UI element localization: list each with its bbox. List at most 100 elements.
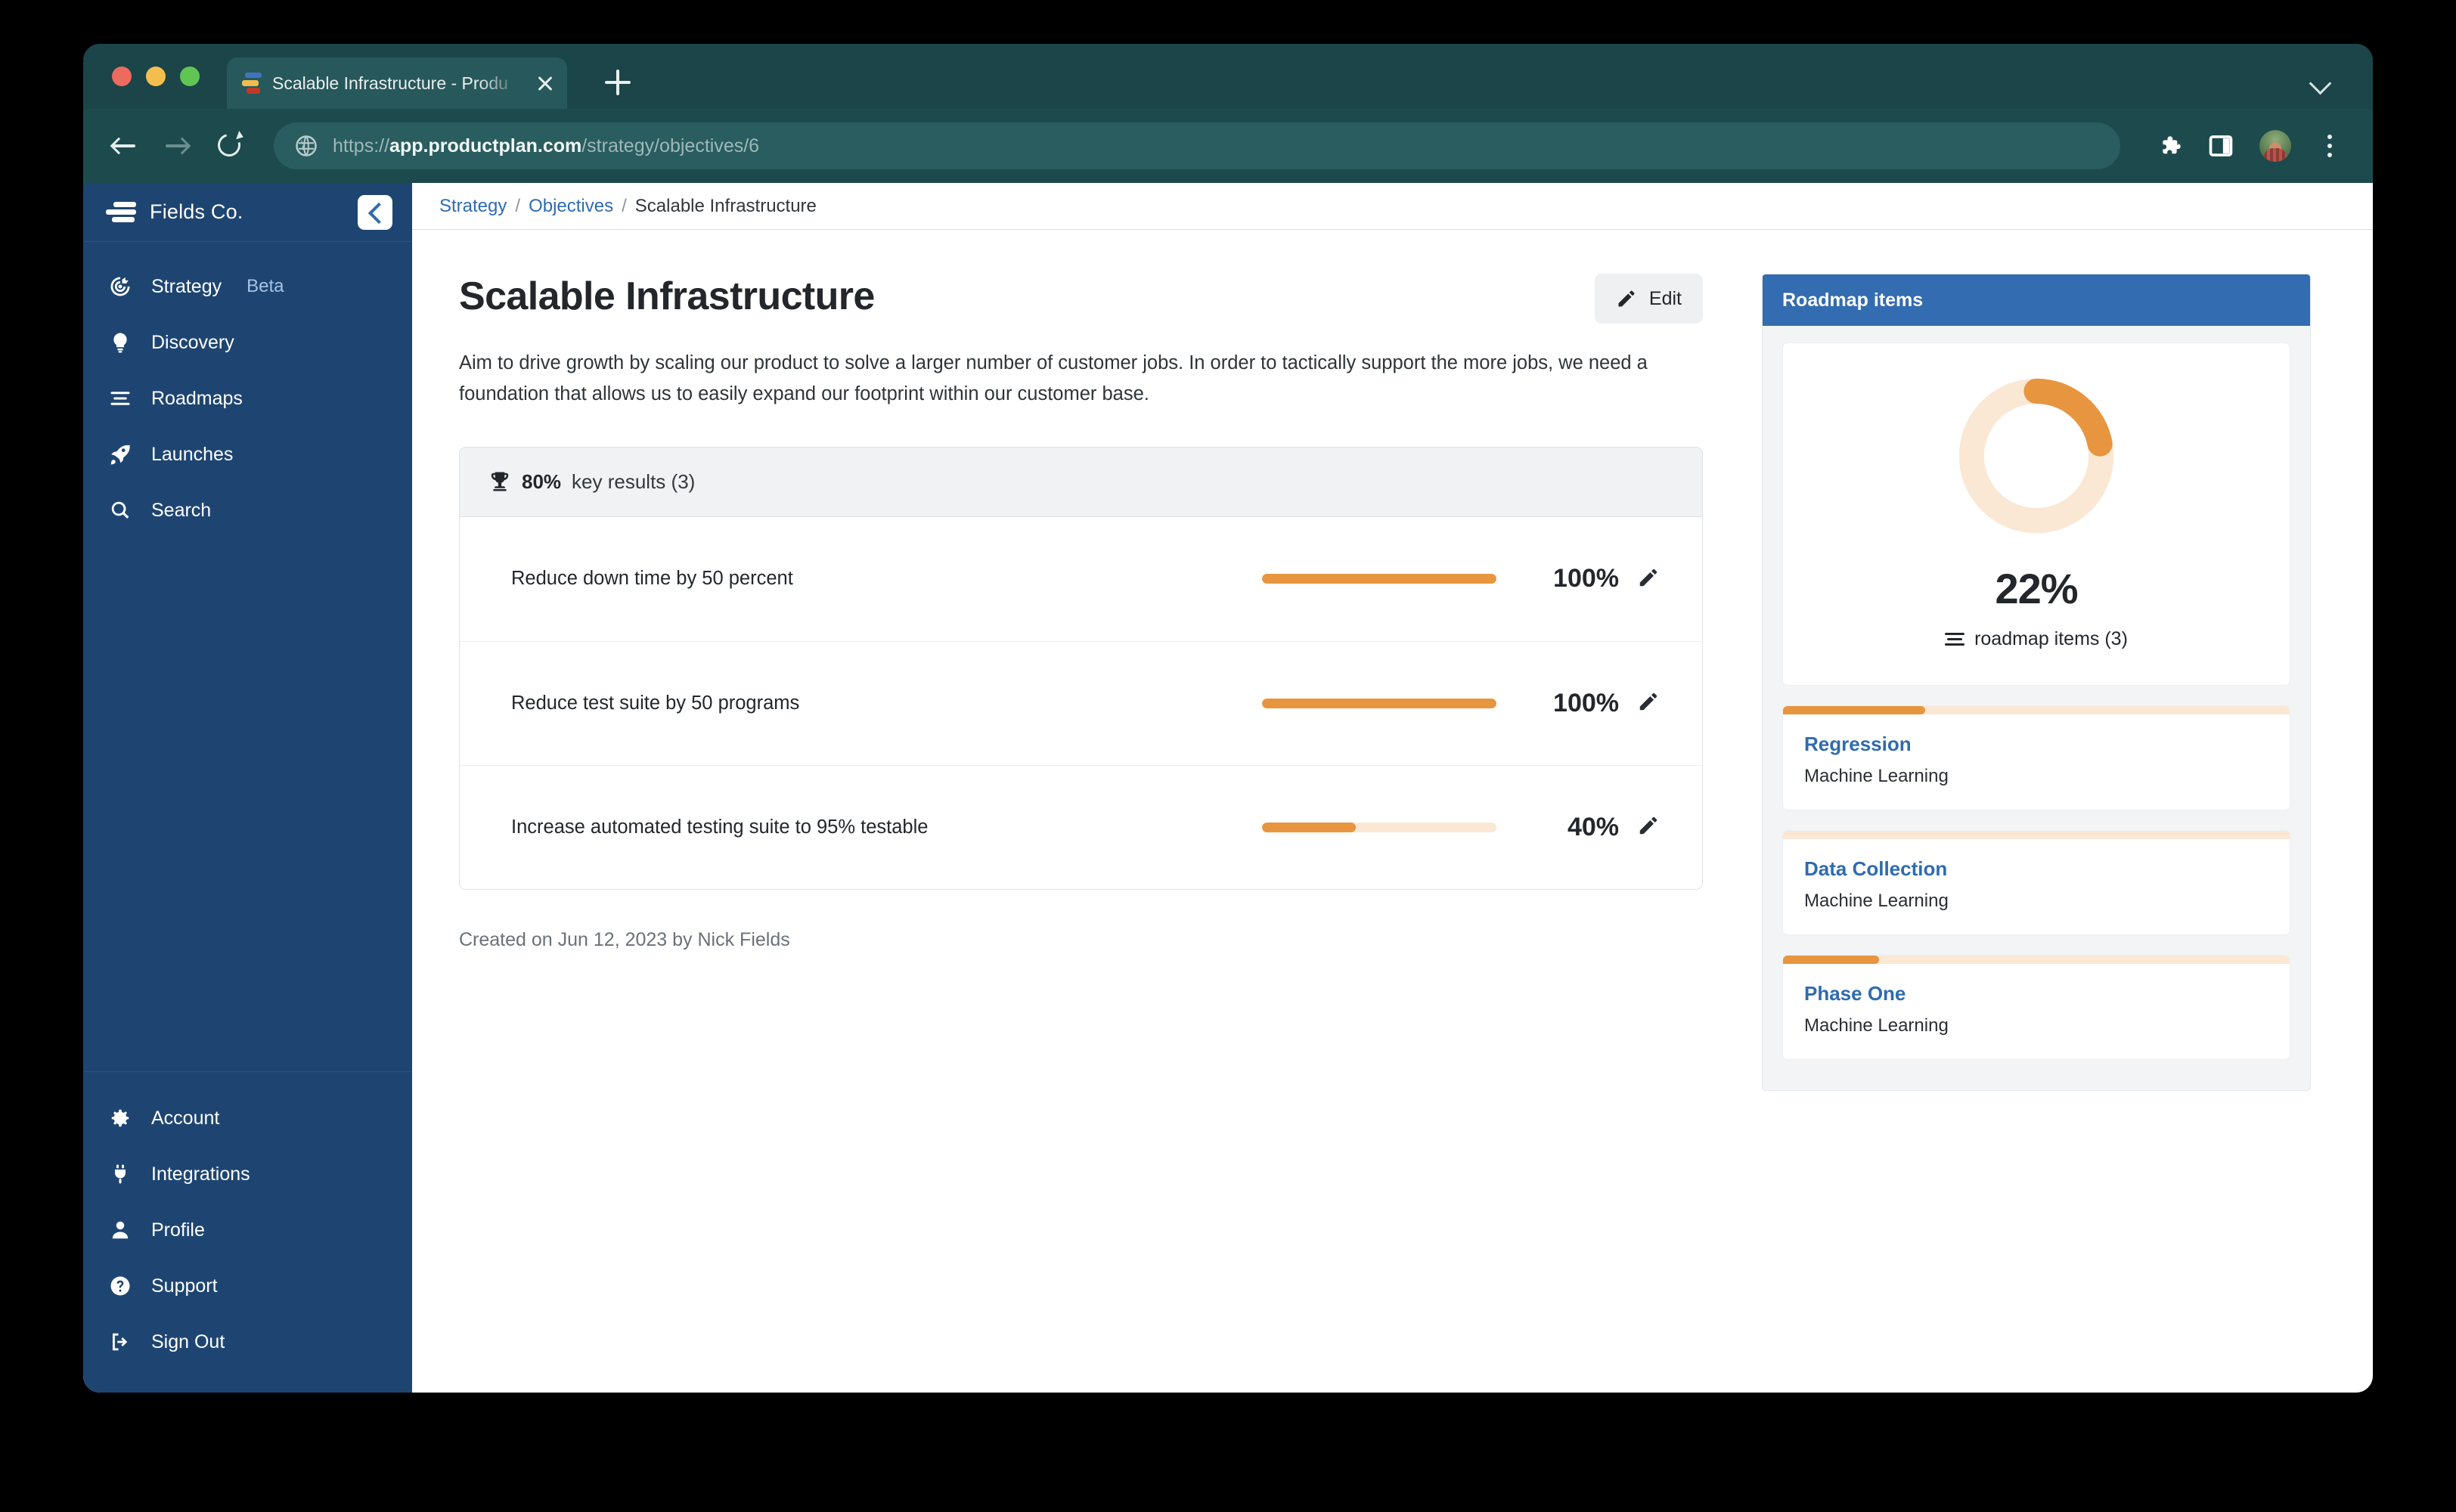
roadmap-panel-title: Roadmap items <box>1763 274 2310 326</box>
sidebar-item-label: Discovery <box>151 332 234 354</box>
roadmap-items-caption: roadmap items (3) <box>1945 628 2128 650</box>
question-circle-icon <box>107 1273 133 1299</box>
minimize-window-button[interactable] <box>146 67 166 86</box>
breadcrumb-link-objectives[interactable]: Objectives <box>529 196 613 217</box>
sidebar-item-launches[interactable]: Launches <box>83 426 412 482</box>
roadmap-item-card[interactable]: Phase OneMachine Learning <box>1782 955 2290 1060</box>
trophy-icon <box>488 470 511 493</box>
maximize-window-button[interactable] <box>180 67 200 86</box>
page-title: Scalable Infrastructure <box>459 274 1580 319</box>
sidebar-item-support[interactable]: Support <box>83 1258 412 1314</box>
pencil-icon[interactable] <box>1637 814 1663 840</box>
close-window-button[interactable] <box>112 67 132 86</box>
forward-button[interactable] <box>162 131 192 161</box>
toolbar-actions <box>2157 130 2343 162</box>
roadmap-item-card[interactable]: RegressionMachine Learning <box>1782 705 2290 810</box>
sidebar-item-label: Sign Out <box>151 1331 225 1353</box>
breadcrumb-separator: / <box>515 196 520 217</box>
edit-button-label: Edit <box>1649 288 1682 310</box>
rocket-icon <box>107 442 133 467</box>
chevron-down-icon[interactable] <box>2311 74 2330 94</box>
pencil-icon[interactable] <box>1637 690 1663 716</box>
breadcrumb: Strategy / Objectives / Scalable Infrast… <box>412 183 2373 230</box>
browser-toolbar: https://app.productplan.com/strategy/obj… <box>83 109 2373 183</box>
browser-tab[interactable]: Scalable Infrastructure - Produ <box>227 57 567 109</box>
sidebar-collapse-button[interactable] <box>358 195 392 230</box>
roadmap-items-list: RegressionMachine Learning Data Collectio… <box>1782 705 2290 1060</box>
roadmap-items-caption-label: roadmap items (3) <box>1974 628 2128 650</box>
edit-button[interactable]: Edit <box>1595 274 1703 324</box>
reload-button[interactable] <box>215 131 245 161</box>
roadmap-item-title[interactable]: Data Collection <box>1804 857 2268 881</box>
roadmap-item-body: Data CollectionMachine Learning <box>1783 839 2290 934</box>
sidebar-item-search[interactable]: Search <box>83 482 412 538</box>
objective-description: Aim to drive growth by scaling our produ… <box>459 348 1699 411</box>
sidebar-item-discovery[interactable]: Discovery <box>83 314 412 370</box>
key-result-value: 100% <box>1528 689 1619 718</box>
sidebar-header: Fields Co. <box>83 183 412 242</box>
list-lines-icon <box>107 386 133 411</box>
key-result-row[interactable]: Reduce test suite by 50 programs 100% <box>460 641 1702 765</box>
key-results-percent: 80% <box>522 470 561 494</box>
sidebar-item-label: Launches <box>151 444 233 466</box>
key-result-progress-bar <box>1262 699 1496 708</box>
content-area: Scalable Infrastructure Edit Aim to driv… <box>412 230 2373 1393</box>
key-result-progress-bar <box>1262 823 1496 832</box>
roadmap-item-title[interactable]: Phase One <box>1804 982 2268 1005</box>
back-button[interactable] <box>109 131 139 161</box>
sidebar-item-strategy[interactable]: Strategy Beta <box>83 259 412 314</box>
key-results-card: 80% key results (3) Reduce down time by … <box>459 447 1703 890</box>
fields-co-logo-icon <box>106 200 136 225</box>
address-bar[interactable]: https://app.productplan.com/strategy/obj… <box>274 122 2120 169</box>
sidebar-item-account[interactable]: Account <box>83 1090 412 1146</box>
sidebar-item-profile[interactable]: Profile <box>83 1202 412 1258</box>
sidebar-item-label: Profile <box>151 1219 205 1241</box>
roadmap-items-panel: Roadmap items 22% <box>1762 274 2311 1091</box>
side-panel-icon[interactable] <box>2208 133 2234 159</box>
key-result-value: 40% <box>1528 813 1619 842</box>
sign-out-icon <box>107 1329 133 1355</box>
sidebar-item-label: Integrations <box>151 1163 250 1185</box>
globe-icon[interactable] <box>295 135 318 157</box>
breadcrumb-separator: / <box>622 196 627 217</box>
roadmap-progress-card: 22% roadmap items (3) <box>1782 342 2290 686</box>
browser-window: Scalable Infrastructure - Produ https:/ <box>83 44 2373 1393</box>
key-results-header: 80% key results (3) <box>460 448 1702 517</box>
created-metadata: Created on Jun 12, 2023 by Nick Fields <box>459 929 1703 951</box>
gear-icon <box>107 1105 133 1131</box>
roadmap-item-body: Phase OneMachine Learning <box>1783 964 2290 1059</box>
key-results-list: Reduce down time by 50 percent100%Reduce… <box>460 517 1702 889</box>
roadmap-item-body: RegressionMachine Learning <box>1783 714 2290 810</box>
key-result-value: 100% <box>1528 564 1619 593</box>
roadmap-item-card[interactable]: Data CollectionMachine Learning <box>1782 830 2290 935</box>
brand-name: Fields Co. <box>150 200 358 224</box>
objective-column: Scalable Infrastructure Edit Aim to driv… <box>459 274 1703 1393</box>
roadmap-item-progress-bar <box>1783 956 2290 964</box>
key-result-row[interactable]: Reduce down time by 50 percent 100% <box>460 517 1702 641</box>
target-icon <box>107 274 133 299</box>
sidebar-item-sign-out[interactable]: Sign Out <box>83 1314 412 1370</box>
key-result-name: Reduce down time by 50 percent <box>511 568 1262 590</box>
key-result-row[interactable]: Increase automated testing suite to 95% … <box>460 765 1702 889</box>
sidebar-item-integrations[interactable]: Integrations <box>83 1146 412 1202</box>
close-tab-icon[interactable] <box>534 72 557 94</box>
browser-menu-icon[interactable] <box>2317 133 2343 159</box>
browser-tab-strip: Scalable Infrastructure - Produ <box>83 44 2373 109</box>
sidebar-item-roadmaps[interactable]: Roadmaps <box>83 370 412 426</box>
roadmap-progress-donut-chart <box>1954 373 2119 538</box>
extensions-puzzle-icon[interactable] <box>2157 133 2182 159</box>
user-avatar[interactable] <box>2259 130 2291 162</box>
new-tab-button[interactable] <box>605 70 631 95</box>
window-traffic-lights <box>112 67 200 86</box>
breadcrumb-link-strategy[interactable]: Strategy <box>439 196 507 217</box>
key-results-count-label: key results (3) <box>572 470 695 494</box>
main-area: Strategy / Objectives / Scalable Infrast… <box>412 183 2373 1393</box>
sidebar-footer-nav: Account Integrations Profile <box>83 1071 412 1393</box>
roadmap-item-title[interactable]: Regression <box>1804 733 2268 756</box>
lightbulb-icon <box>107 330 133 355</box>
plug-icon <box>107 1161 133 1187</box>
roadmap-item-progress-bar <box>1783 831 2290 839</box>
key-result-name: Reduce test suite by 50 programs <box>511 692 1262 714</box>
pencil-icon[interactable] <box>1637 566 1663 592</box>
roadmap-progress-percent: 22% <box>1995 564 2077 613</box>
